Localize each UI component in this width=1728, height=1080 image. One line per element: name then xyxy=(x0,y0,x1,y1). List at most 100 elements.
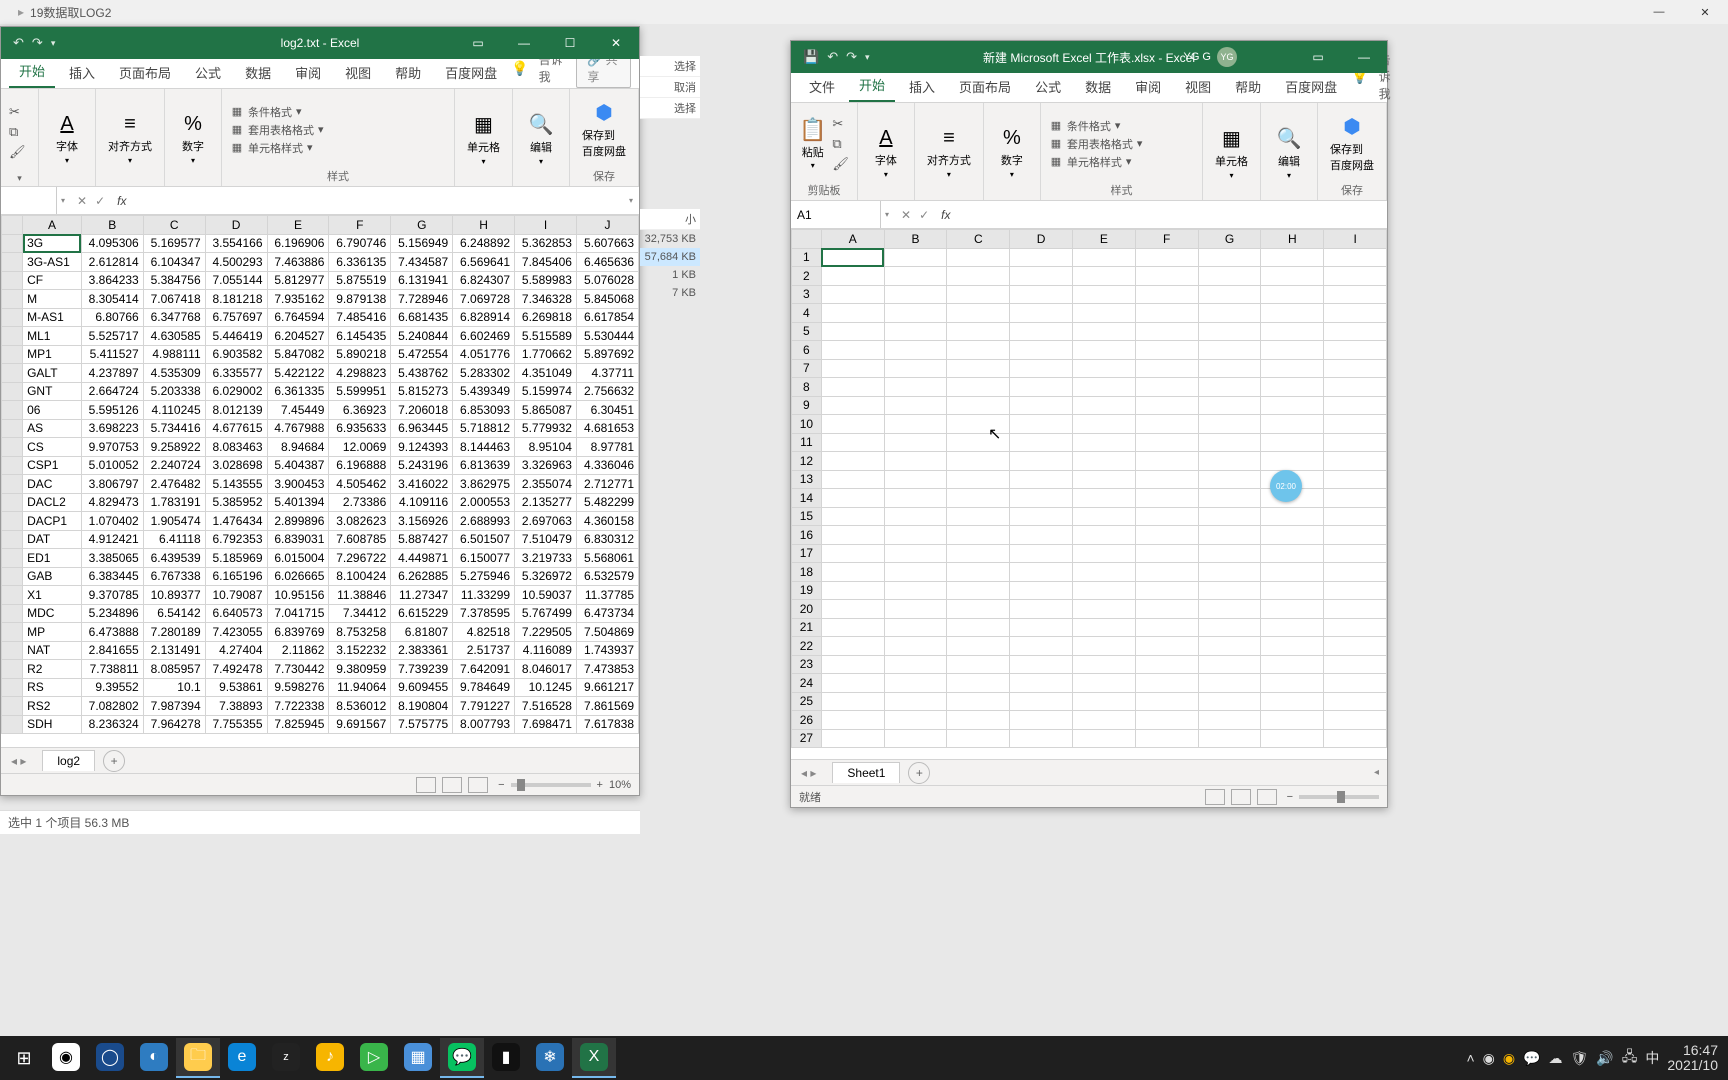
tab-insert[interactable]: 插入 xyxy=(59,57,105,88)
cell[interactable]: 2.612814 xyxy=(81,253,143,272)
row-header[interactable]: 23 xyxy=(792,655,822,674)
cell[interactable]: 6.131941 xyxy=(391,271,453,290)
cell[interactable]: 6.790746 xyxy=(329,234,391,253)
cell[interactable]: 5.076028 xyxy=(576,271,638,290)
cell[interactable] xyxy=(1135,655,1198,674)
cell[interactable] xyxy=(1010,470,1073,489)
cell[interactable]: 7.608785 xyxy=(329,530,391,549)
minimize-button[interactable]: — xyxy=(501,27,547,59)
cell[interactable] xyxy=(1324,267,1387,286)
cell[interactable] xyxy=(821,711,884,730)
cell[interactable] xyxy=(947,507,1010,526)
cell[interactable]: 4.988111 xyxy=(143,345,205,364)
name-box-dropdown-icon[interactable]: ▾ xyxy=(881,210,893,219)
cell[interactable] xyxy=(1135,285,1198,304)
cell[interactable]: 4.829473 xyxy=(81,493,143,512)
cell[interactable]: 7.935162 xyxy=(267,290,329,309)
cell[interactable] xyxy=(884,267,947,286)
cell[interactable] xyxy=(1135,452,1198,471)
tab-data[interactable]: 数据 xyxy=(1075,71,1121,102)
cell[interactable]: 5.595126 xyxy=(81,401,143,420)
cell[interactable] xyxy=(1073,304,1136,323)
row-header[interactable]: 8 xyxy=(792,378,822,397)
cell[interactable] xyxy=(1135,415,1198,434)
cell[interactable] xyxy=(1198,359,1261,378)
row-header[interactable] xyxy=(2,382,23,401)
cell[interactable] xyxy=(1010,692,1073,711)
qat-more-icon[interactable]: ▾ xyxy=(865,52,870,63)
edit-button[interactable]: 🔍编辑▾ xyxy=(1269,124,1309,182)
cell[interactable]: 10.79087 xyxy=(205,586,267,605)
cell[interactable] xyxy=(821,378,884,397)
cell[interactable]: 5.887427 xyxy=(391,530,453,549)
cell[interactable] xyxy=(1198,285,1261,304)
cell[interactable] xyxy=(1135,470,1198,489)
cell[interactable]: 4.116089 xyxy=(515,641,577,660)
cell[interactable]: 6.026665 xyxy=(267,567,329,586)
cell[interactable]: 6.145435 xyxy=(329,327,391,346)
row-header[interactable] xyxy=(2,623,23,642)
cell[interactable]: 5.525717 xyxy=(81,327,143,346)
cell[interactable] xyxy=(1010,267,1073,286)
cell[interactable]: 2.135277 xyxy=(515,493,577,512)
cell[interactable]: 2.476482 xyxy=(143,475,205,494)
timer-bubble[interactable]: 02:00 xyxy=(1270,470,1302,502)
explorer-menu-select[interactable]: 选择 xyxy=(640,56,700,77)
cell[interactable] xyxy=(1010,285,1073,304)
cell[interactable] xyxy=(884,618,947,637)
cell[interactable]: 7.722338 xyxy=(267,697,329,716)
col-header[interactable]: D xyxy=(205,216,267,235)
cell[interactable] xyxy=(1198,526,1261,545)
cell[interactable] xyxy=(1261,267,1324,286)
row-header[interactable]: 9 xyxy=(792,396,822,415)
cell[interactable]: 2.11862 xyxy=(267,641,329,660)
cell[interactable] xyxy=(1324,711,1387,730)
cell[interactable]: 4.505462 xyxy=(329,475,391,494)
cell[interactable]: 8.012139 xyxy=(205,401,267,420)
cell[interactable] xyxy=(1010,729,1073,748)
minimize-button[interactable]: — xyxy=(1341,41,1387,73)
cell[interactable]: 4.912421 xyxy=(81,530,143,549)
cell[interactable] xyxy=(884,322,947,341)
cell[interactable] xyxy=(1073,470,1136,489)
cell[interactable] xyxy=(1324,396,1387,415)
cell[interactable]: 8.100424 xyxy=(329,567,391,586)
cell[interactable]: 7.041715 xyxy=(267,604,329,623)
cell[interactable]: 4.237897 xyxy=(81,364,143,383)
cell[interactable]: SDH xyxy=(23,715,82,734)
titlebar-right[interactable]: 💾 ↶ ↷ ▾ 新建 Microsoft Excel 工作表.xlsx - Ex… xyxy=(791,41,1387,73)
row-header[interactable] xyxy=(2,530,23,549)
cell[interactable]: X1 xyxy=(23,586,82,605)
cell[interactable] xyxy=(1073,489,1136,508)
cell[interactable] xyxy=(1261,341,1324,360)
explorer-col-size[interactable]: 小 xyxy=(640,209,700,230)
cell[interactable] xyxy=(821,452,884,471)
cell[interactable] xyxy=(1261,415,1324,434)
tray-cloud-icon[interactable]: ☁ xyxy=(1549,1050,1563,1067)
cell[interactable]: 2.73386 xyxy=(329,493,391,512)
cell[interactable] xyxy=(884,396,947,415)
cell[interactable] xyxy=(821,341,884,360)
cell[interactable] xyxy=(821,618,884,637)
cell[interactable] xyxy=(1073,526,1136,545)
cell[interactable]: 06 xyxy=(23,401,82,420)
cell[interactable] xyxy=(947,655,1010,674)
cell[interactable] xyxy=(1198,248,1261,267)
row-header[interactable]: 26 xyxy=(792,711,822,730)
cell[interactable] xyxy=(1135,248,1198,267)
cell[interactable] xyxy=(1324,322,1387,341)
cell[interactable]: 5.718812 xyxy=(453,419,515,438)
cell[interactable]: 6.830312 xyxy=(576,530,638,549)
cell[interactable] xyxy=(947,711,1010,730)
cell[interactable]: 4.360158 xyxy=(576,512,638,531)
row-header[interactable] xyxy=(2,641,23,660)
tb-terminal[interactable]: ▮ xyxy=(484,1038,528,1078)
cell[interactable] xyxy=(1198,396,1261,415)
cell[interactable] xyxy=(947,378,1010,397)
cell[interactable] xyxy=(1073,248,1136,267)
cell[interactable] xyxy=(884,359,947,378)
redo-icon[interactable]: ↷ xyxy=(32,35,43,51)
cell[interactable]: 1.783191 xyxy=(143,493,205,512)
cell[interactable] xyxy=(1261,322,1324,341)
cell[interactable]: 6.465636 xyxy=(576,253,638,272)
